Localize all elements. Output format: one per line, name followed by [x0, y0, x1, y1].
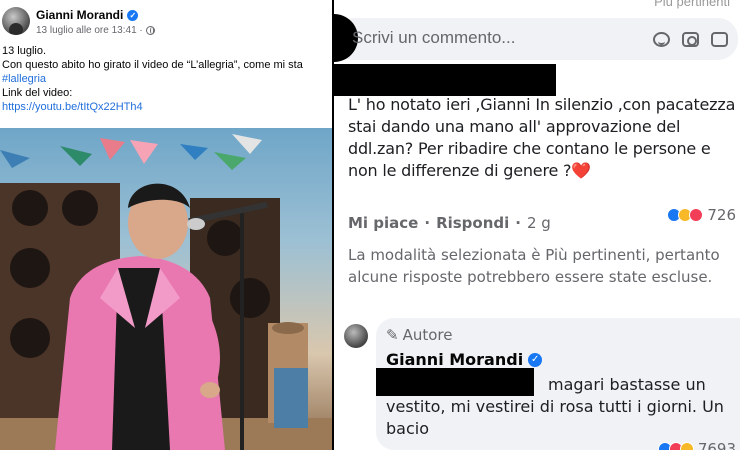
photo-illustration	[0, 134, 332, 450]
post-timestamp[interactable]: 13 luglio alle ore 13:41 ·	[36, 25, 143, 36]
post-panel: Gianni Morandi ✓ 13 luglio alle ore 13:4…	[0, 0, 332, 450]
verified-icon: ✓	[127, 9, 139, 21]
comment-body: L' ho notato ieri ,Gianni In silenzio ,c…	[348, 94, 738, 182]
post-line: Con questo abito ho girato il video de “…	[2, 59, 303, 71]
comment-reactions[interactable]: 726	[667, 206, 736, 224]
comments-panel: Più pertinenti Scrivi un commento... L' …	[334, 0, 740, 450]
post-author[interactable]: Gianni Morandi ✓	[36, 8, 139, 22]
love-reaction-icon	[689, 208, 704, 222]
comment-time[interactable]: 2 g	[527, 214, 551, 232]
comment-placeholder: Scrivi un commento...	[352, 28, 516, 47]
reply-author-avatar[interactable]	[344, 324, 368, 348]
filter-notice: La modalità selezionata è Più pertinenti…	[348, 246, 720, 286]
post-author-name[interactable]: Gianni Morandi	[36, 8, 123, 22]
separator: ·	[424, 214, 431, 232]
heart-emoji: ❤️	[571, 161, 592, 180]
reply-bubble: ✎ Autore Gianni Morandi ✓ magari bastass…	[376, 318, 740, 450]
sticker-icon[interactable]	[711, 32, 728, 47]
post-header: Gianni Morandi ✓ 13 luglio alle ore 13:4…	[0, 4, 332, 40]
sort-label[interactable]: Più pertinenti	[654, 0, 730, 9]
like-button[interactable]: Mi piace	[348, 214, 418, 232]
redacted-mention	[376, 368, 534, 396]
reply-author-name[interactable]: Gianni Morandi	[386, 350, 523, 369]
comment-input-tools	[653, 32, 728, 47]
haha-reaction-icon	[679, 442, 694, 450]
redacted-commenter-name	[334, 64, 556, 96]
globe-icon	[145, 26, 155, 35]
comment-input[interactable]: Scrivi un commento...	[334, 14, 738, 62]
author-badge: ✎ Autore	[386, 326, 452, 344]
comment-text: L' ho notato ieri ,Gianni In silenzio ,c…	[348, 95, 736, 180]
comment-actions: Mi piace · Rispondi · 2 g	[348, 214, 551, 232]
video-link[interactable]: https://youtu.be/tItQx22HTh4	[2, 100, 332, 114]
reaction-count: 726	[707, 206, 736, 224]
reply-reaction-count: 7693	[697, 440, 736, 450]
camera-icon[interactable]	[682, 32, 699, 47]
hashtag-link[interactable]: #lallegria	[2, 72, 332, 86]
link-label: Link del video:	[2, 87, 73, 99]
post-line: 13 luglio.	[2, 45, 47, 57]
separator: ·	[515, 214, 521, 232]
post-meta: 13 luglio alle ore 13:41 ·	[36, 25, 155, 36]
reply-button[interactable]: Rispondi	[436, 214, 509, 232]
post-photo[interactable]	[0, 128, 332, 450]
post-body: 13 luglio. Con questo abito ho girato il…	[2, 44, 332, 114]
verified-icon: ✓	[528, 352, 543, 367]
sort-indicator[interactable]: Più pertinenti	[334, 0, 740, 10]
reply-reactions[interactable]: 7693	[657, 440, 736, 450]
author-tag-label: Autore	[402, 326, 453, 344]
pencil-icon: ✎	[386, 326, 399, 344]
reply-author[interactable]: Gianni Morandi ✓	[386, 350, 543, 369]
emoji-icon[interactable]	[653, 32, 670, 47]
author-avatar[interactable]	[2, 7, 30, 35]
